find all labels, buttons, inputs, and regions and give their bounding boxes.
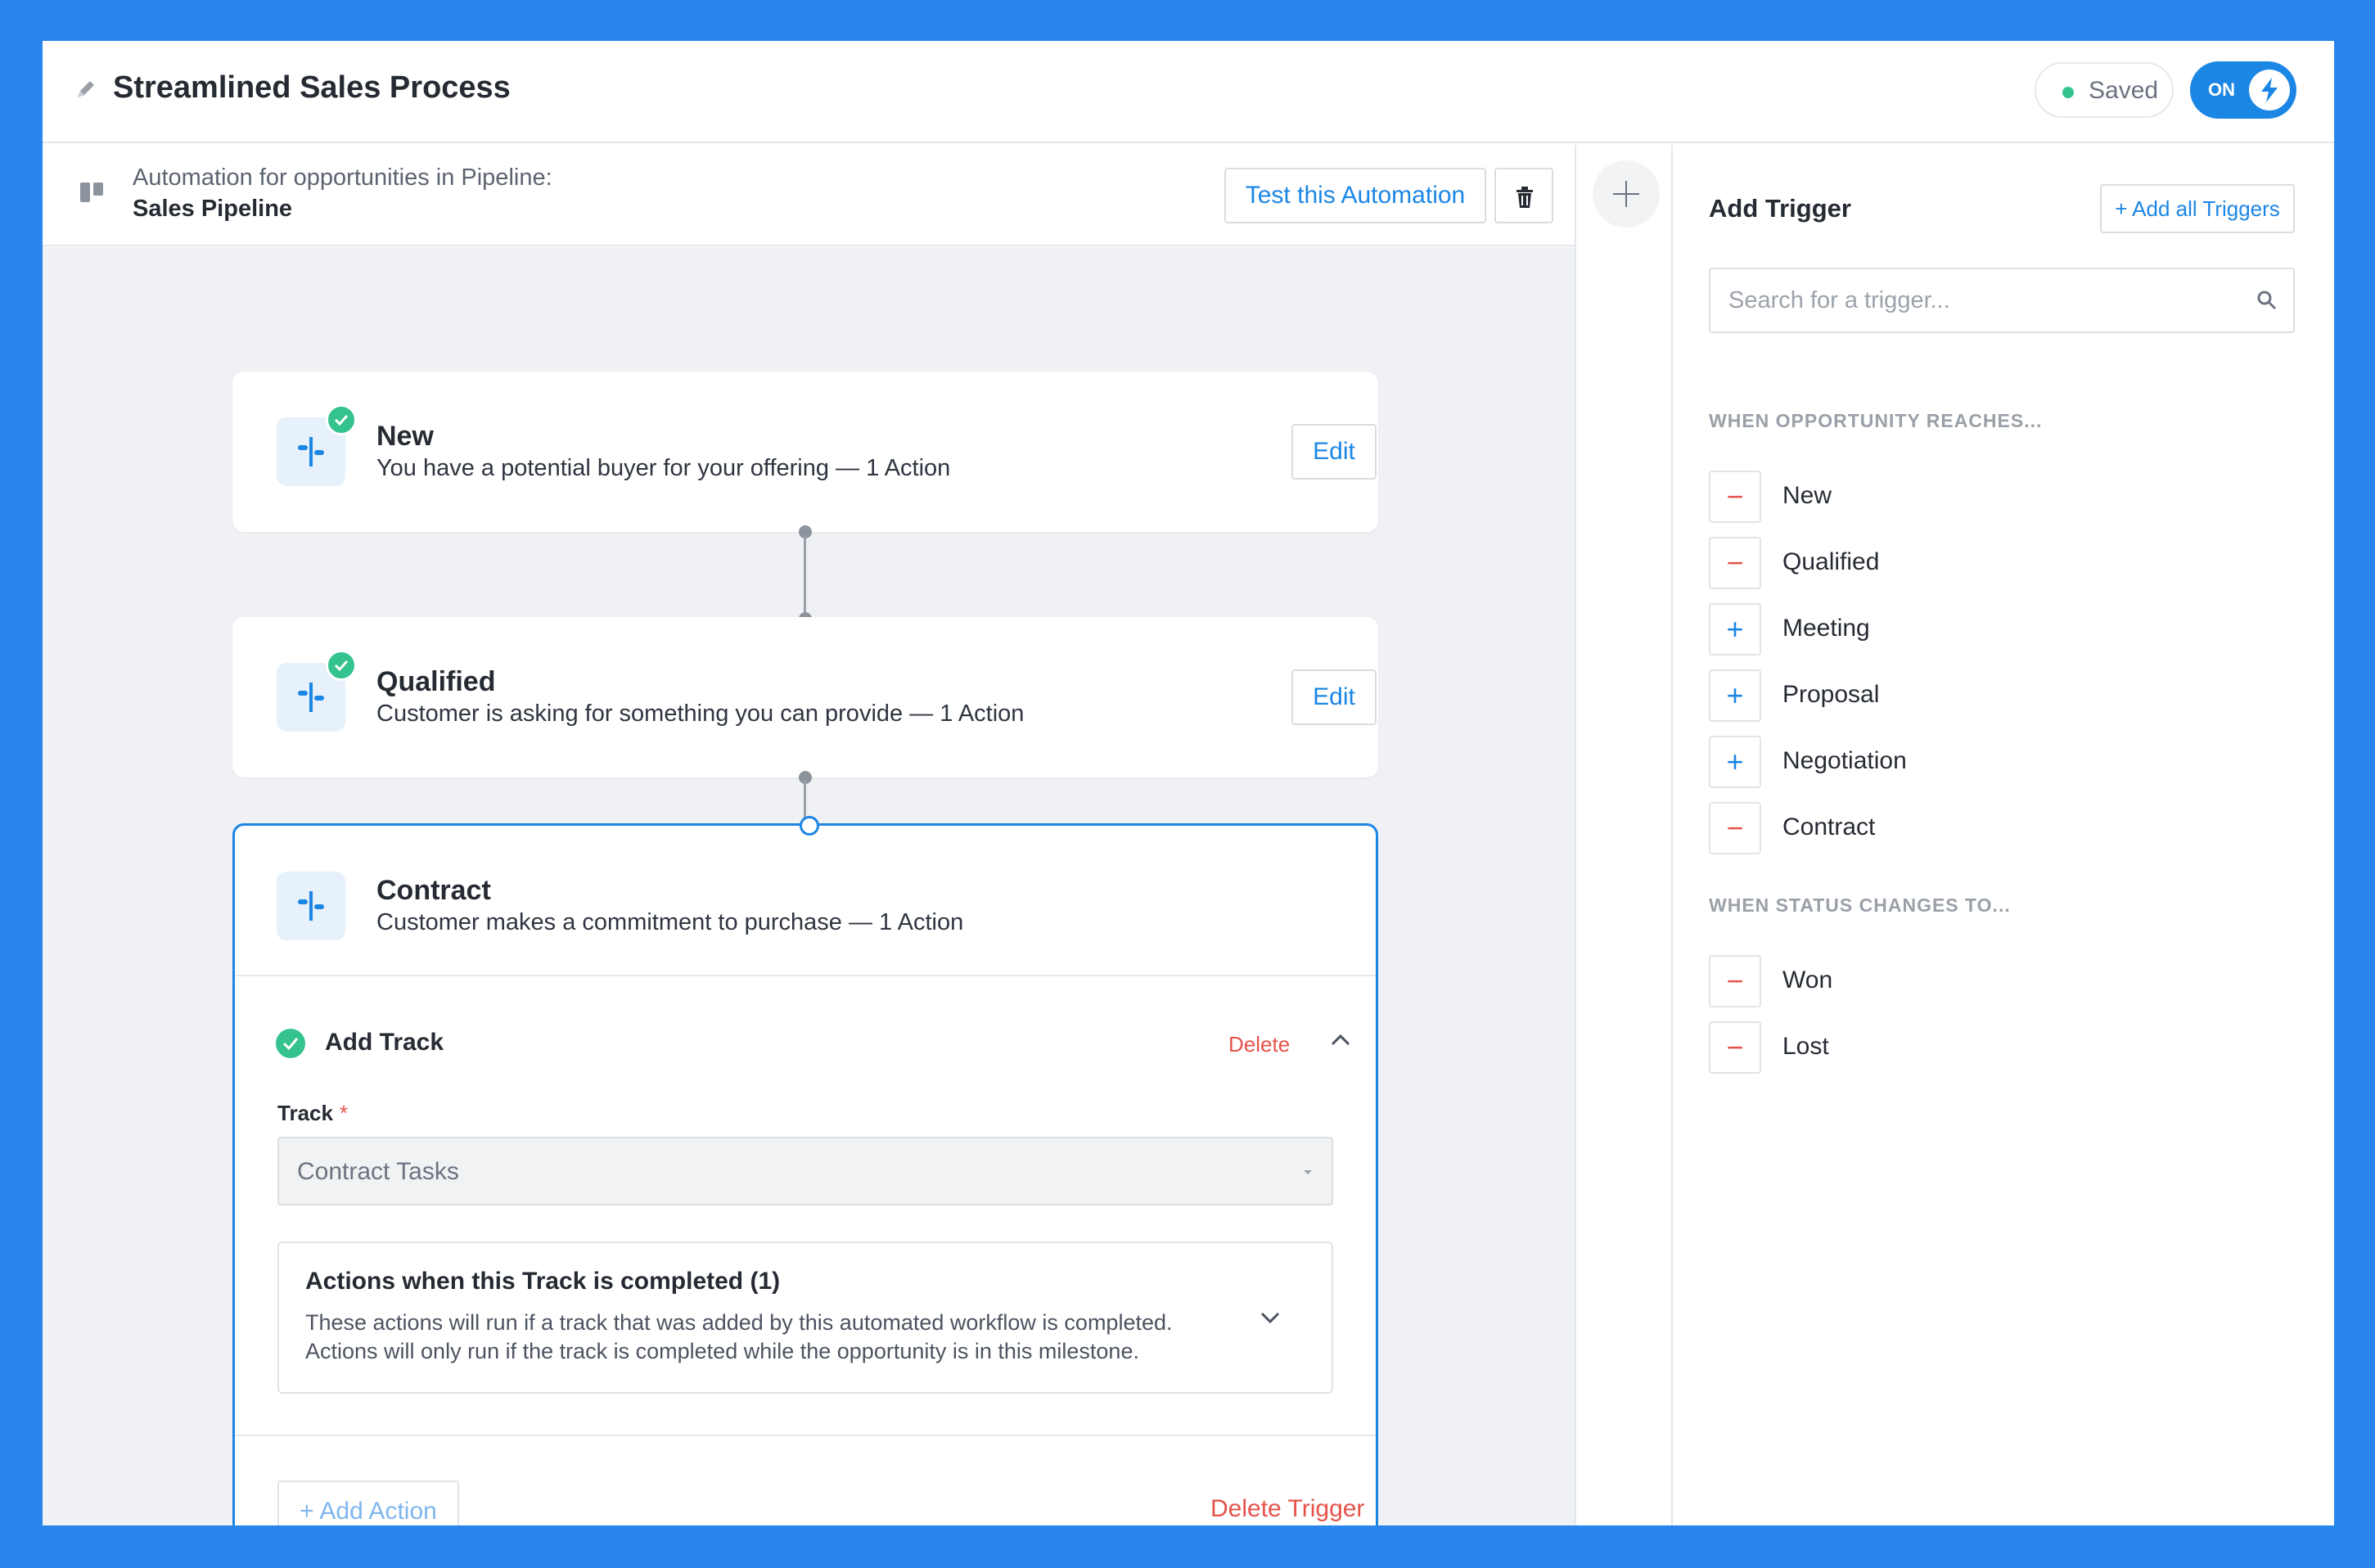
pipeline-subheader: Automation for opportunities in Pipeline… [43, 145, 1575, 246]
connector-dot-active [800, 816, 819, 836]
trigger-row-lost: − Lost [1709, 1021, 2200, 1075]
lightning-icon [2261, 78, 2278, 102]
trigger-name: Lost [1782, 1033, 1829, 1060]
trigger-row-meeting: + Meeting [1709, 603, 2200, 657]
delete-trigger-link[interactable]: Delete Trigger [1210, 1495, 1364, 1523]
add-column-button[interactable] [1593, 160, 1660, 228]
trigger-name: Negotiation [1782, 747, 1907, 774]
top-bar: Streamlined Sales Process Saved ON [43, 41, 2334, 143]
section-label-status: WHEN STATUS CHANGES TO... [1709, 894, 2011, 916]
pipeline-caption: Automation for opportunities in Pipeline… [133, 164, 552, 191]
stage-title: Contract [376, 875, 491, 906]
stage-description: Customer makes a commitment to purchase … [376, 909, 964, 935]
signpost-icon [298, 891, 324, 921]
section-label-opportunity: WHEN OPPORTUNITY REACHES... [1709, 410, 2043, 431]
track-select-value: Contract Tasks [297, 1158, 459, 1185]
pipeline-icon [80, 182, 103, 202]
complete-check-icon [326, 650, 357, 681]
automation-title[interactable]: Streamlined Sales Process [113, 70, 511, 106]
saved-status-label: Saved [2089, 77, 2159, 104]
edit-stage-button[interactable]: Edit [1291, 424, 1377, 480]
trigger-search-input[interactable] [1709, 268, 2295, 333]
edit-stage-button[interactable]: Edit [1291, 669, 1377, 725]
add-action-button[interactable]: + Add Action [277, 1480, 459, 1525]
delete-step-link[interactable]: Delete [1228, 1032, 1290, 1057]
actions-section-description: These actions will run if a track that w… [305, 1309, 1246, 1366]
saved-status-badge: Saved [2035, 62, 2174, 118]
trigger-row-proposal: + Proposal [1709, 669, 2200, 723]
delete-automation-button[interactable] [1494, 168, 1553, 223]
stage-card-contract[interactable]: Contract Customer makes a commitment to … [232, 816, 1378, 1525]
automation-on-toggle[interactable]: ON [2190, 61, 2296, 119]
automation-window: Streamlined Sales Process Saved ON Autom… [43, 41, 2334, 1525]
toggle-label: ON [2208, 79, 2235, 100]
pipeline-name: Sales Pipeline [133, 196, 293, 222]
add-trigger-button[interactable]: + [1709, 736, 1761, 788]
connector-line [804, 535, 806, 612]
stage-description: Customer is asking for something you can… [376, 701, 1025, 727]
panel-divider [1575, 145, 1576, 1525]
track-label-text: Track [277, 1101, 333, 1125]
step-complete-check-icon [276, 1029, 305, 1058]
actions-desc-line2: Actions will only run if the track is co… [305, 1339, 1139, 1363]
stage-icon [277, 872, 345, 940]
remove-trigger-button[interactable]: − [1709, 1021, 1761, 1074]
plus-icon [1613, 181, 1639, 207]
remove-trigger-button[interactable]: − [1709, 471, 1761, 523]
signpost-icon [298, 437, 324, 466]
trigger-row-contract: − Contract [1709, 802, 2200, 856]
actions-section-title: Actions when this Track is completed (1) [305, 1268, 781, 1295]
trigger-name: Won [1782, 966, 1833, 994]
trigger-name: Contract [1782, 813, 1876, 840]
track-field-label: Track * [277, 1101, 348, 1126]
stage-description: You have a potential buyer for your offe… [376, 455, 951, 481]
toggle-knob [2249, 70, 2290, 110]
add-trigger-button[interactable]: + [1709, 669, 1761, 722]
track-select[interactable]: Contract Tasks [277, 1137, 1333, 1205]
signpost-icon [298, 683, 324, 712]
trigger-row-negotiation: + Negotiation [1709, 736, 2200, 790]
remove-trigger-button[interactable]: − [1709, 955, 1761, 1007]
card-divider [235, 975, 1376, 976]
caret-down-icon [1304, 1170, 1312, 1174]
track-completed-actions[interactable]: Actions when this Track is completed (1)… [277, 1241, 1333, 1394]
chevron-down-icon[interactable] [1260, 1310, 1281, 1325]
trigger-name: New [1782, 482, 1832, 509]
remove-trigger-button[interactable]: − [1709, 537, 1761, 589]
actions-desc-line1: These actions will run if a track that w… [305, 1310, 1173, 1335]
add-trigger-button[interactable]: + [1709, 603, 1761, 656]
trigger-name: Meeting [1782, 615, 1870, 642]
required-marker: * [339, 1101, 349, 1125]
stage-card-new[interactable]: New You have a potential buyer for your … [232, 372, 1378, 532]
add-all-triggers-button[interactable]: + Add all Triggers [2100, 184, 2295, 233]
stage-title: Qualified [376, 666, 496, 697]
trigger-name: Qualified [1782, 548, 1880, 575]
trigger-row-won: − Won [1709, 955, 2200, 1009]
complete-check-icon [326, 404, 357, 435]
pencil-icon[interactable] [74, 77, 98, 101]
trigger-row-new: − New [1709, 471, 2200, 525]
trash-icon [1516, 187, 1533, 208]
saved-status-dot [2062, 87, 2074, 98]
card-divider [235, 1435, 1376, 1436]
test-automation-button[interactable]: Test this Automation [1224, 168, 1486, 223]
panel-title: Add Trigger [1709, 194, 1851, 223]
remove-trigger-button[interactable]: − [1709, 802, 1761, 854]
trigger-row-qualified: − Qualified [1709, 537, 2200, 591]
stage-title: New [376, 421, 434, 452]
trigger-name: Proposal [1782, 681, 1880, 708]
add-trigger-panel: Add Trigger + Add all Triggers WHEN OPPO… [1673, 145, 2334, 1525]
search-icon [2257, 291, 2277, 310]
stage-card-qualified[interactable]: Qualified Customer is asking for somethi… [232, 617, 1378, 777]
action-step-title[interactable]: Add Track [325, 1029, 444, 1057]
chevron-up-icon[interactable] [1330, 1032, 1351, 1047]
